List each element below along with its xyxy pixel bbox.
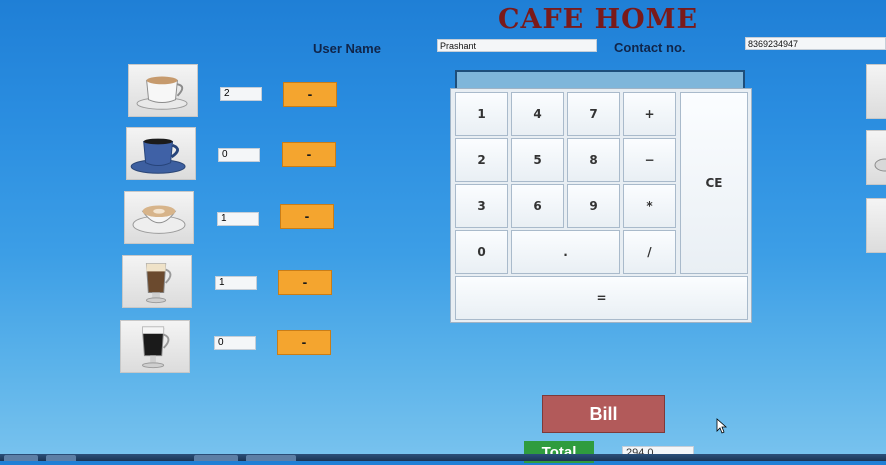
app-title: CAFE HOME xyxy=(498,4,699,35)
cappuccino-cup-icon[interactable] xyxy=(128,64,198,117)
taskbar-item[interactable] xyxy=(246,455,296,461)
bill-button[interactable]: Bill xyxy=(542,395,665,433)
irish-coffee-qty[interactable]: 0 xyxy=(214,336,256,350)
taskbar xyxy=(0,454,886,461)
taskbar-item[interactable] xyxy=(4,455,38,461)
black-coffee-qty[interactable]: 0 xyxy=(218,148,260,162)
black-coffee-minus-button[interactable]: - xyxy=(282,142,336,167)
calculator-display[interactable] xyxy=(455,70,745,90)
calc-key-6[interactable]: 6 xyxy=(511,184,564,228)
taskbar-item[interactable] xyxy=(194,455,238,461)
calc-key-dot[interactable]: . xyxy=(511,230,620,274)
latte-qty[interactable]: 1 xyxy=(217,212,259,226)
calc-key-equals[interactable]: = xyxy=(455,276,748,320)
calculator-panel: 1 4 7 + 2 5 8 − 3 6 9 * 0 . / CE = xyxy=(450,88,752,323)
irish-coffee-glass-icon[interactable] xyxy=(120,320,190,373)
calc-key-4[interactable]: 4 xyxy=(511,92,564,136)
cappuccino-qty[interactable]: 2 xyxy=(220,87,262,101)
mocha-qty[interactable]: 1 xyxy=(215,276,257,290)
latte-cup-icon[interactable] xyxy=(124,191,194,244)
calc-key-9[interactable]: 9 xyxy=(567,184,620,228)
calc-key-ce[interactable]: CE xyxy=(680,92,748,274)
side-item-1-icon[interactable] xyxy=(866,64,886,119)
side-item-2-icon[interactable] xyxy=(866,130,886,185)
cappuccino-minus-button[interactable]: - xyxy=(283,82,337,107)
calc-key-divide[interactable]: / xyxy=(623,230,676,274)
calc-key-1[interactable]: 1 xyxy=(455,92,508,136)
contact-field[interactable]: 8369234947 xyxy=(745,37,886,50)
calc-key-8[interactable]: 8 xyxy=(567,138,620,182)
latte-minus-button[interactable]: - xyxy=(280,204,334,229)
calc-key-multiply[interactable]: * xyxy=(623,184,676,228)
calc-key-5[interactable]: 5 xyxy=(511,138,564,182)
contact-label: Contact no. xyxy=(614,40,686,55)
calc-key-3[interactable]: 3 xyxy=(455,184,508,228)
calc-key-2[interactable]: 2 xyxy=(455,138,508,182)
user-name-field[interactable]: Prashant xyxy=(437,39,597,52)
calc-key-7[interactable]: 7 xyxy=(567,92,620,136)
mouse-cursor-icon xyxy=(716,418,728,434)
calc-key-plus[interactable]: + xyxy=(623,92,676,136)
side-item-3-icon[interactable] xyxy=(866,198,886,253)
mocha-glass-icon[interactable] xyxy=(122,255,192,308)
irish-coffee-minus-button[interactable]: - xyxy=(277,330,331,355)
mocha-minus-button[interactable]: - xyxy=(278,270,332,295)
calc-key-minus[interactable]: − xyxy=(623,138,676,182)
calc-key-0[interactable]: 0 xyxy=(455,230,508,274)
black-coffee-cup-icon[interactable] xyxy=(126,127,196,180)
user-name-label: User Name xyxy=(313,41,381,56)
taskbar-item[interactable] xyxy=(46,455,76,461)
